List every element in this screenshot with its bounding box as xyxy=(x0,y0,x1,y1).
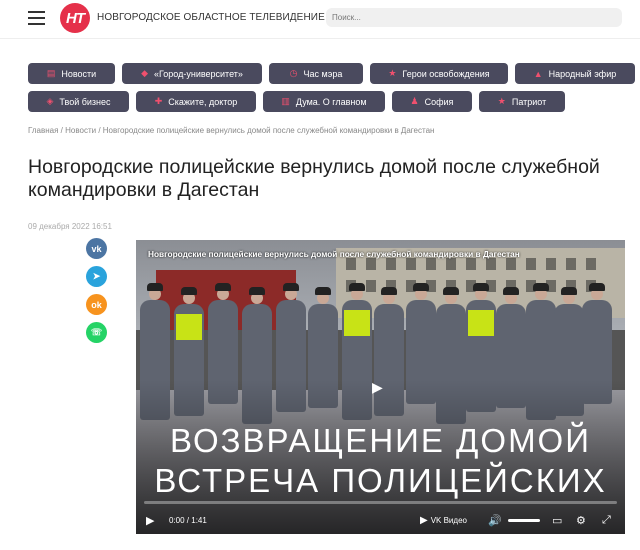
officer-hat xyxy=(315,287,331,295)
nav-button-label: Дума. О главном xyxy=(295,96,367,107)
building-icon: ▥ xyxy=(281,96,290,106)
video-caption-line1: ВОЗВРАЩЕНИЕ ДОМОЙ xyxy=(170,422,591,459)
doctor-icon: ✚ xyxy=(154,96,163,106)
nav-button-label: София xyxy=(424,96,454,107)
clock-icon: ◷ xyxy=(289,68,298,78)
nav-button-label: Герои освобождения xyxy=(402,68,490,79)
vk-video-label: VK Видео xyxy=(430,515,467,525)
video-caption-line2: ВСТРЕЧА ПОЛИЦЕЙСКИХ xyxy=(154,462,607,499)
vk-video-logo-icon: ▶ xyxy=(420,514,428,526)
officer-hat xyxy=(413,283,429,291)
nav-button-label: Народный эфир xyxy=(548,68,617,79)
play-button-icon[interactable]: ▶ xyxy=(146,510,154,530)
nav-button-label: Патриот xyxy=(511,96,547,107)
graduation-cap-icon: ◆ xyxy=(141,68,148,78)
nav-button-label: «Город-университет» xyxy=(154,68,243,79)
volume-slider[interactable] xyxy=(508,519,540,522)
search-input[interactable] xyxy=(326,8,622,27)
video-title[interactable]: Новгородские полицейские вернулись домой… xyxy=(148,249,520,259)
nav-button-4[interactable]: ★ Герои освобождения xyxy=(370,63,508,84)
breadcrumb-separator: / xyxy=(96,126,103,135)
video-progress-bar[interactable] xyxy=(144,501,617,504)
site-logo[interactable]: НТ xyxy=(60,3,90,33)
nav-row-primary: ▤ Новости ◆ «Город-университет» ◷ Час мэра ★ Ге… xyxy=(28,63,640,84)
nav-button-1[interactable]: ◈ Твой бизнес xyxy=(28,91,129,112)
newspaper-icon: ▤ xyxy=(46,68,56,78)
fullscreen-icon[interactable]: ⤢ xyxy=(602,510,611,530)
nav-button-3[interactable]: ◷ Час мэра xyxy=(269,63,363,84)
video-player[interactable]: Новгородские полицейские вернулись домой… xyxy=(136,240,625,534)
officer-hat xyxy=(473,283,489,291)
reflective-vest xyxy=(176,314,202,340)
vk-share-icon[interactable]: vk xyxy=(86,238,107,259)
thumbs-up-icon: ▲ xyxy=(533,68,543,79)
officer-hat xyxy=(503,287,519,295)
officer-hat xyxy=(181,287,197,295)
reflective-vest xyxy=(344,310,370,336)
nav-button-label: Час мэра xyxy=(303,68,343,79)
whatsapp-share-icon[interactable]: ☏ xyxy=(86,322,107,343)
officer-hat xyxy=(381,287,397,295)
nav-button-2[interactable]: ✚ Скажите, доктор xyxy=(136,91,256,112)
odnoklassniki-share-icon[interactable]: ok xyxy=(86,294,107,315)
video-play-icon[interactable]: ▶ xyxy=(372,379,383,396)
officer-hat xyxy=(561,287,577,295)
article-date: 09 декабря 2022 16:51 xyxy=(28,222,112,231)
star-icon: ★ xyxy=(497,96,506,106)
header-divider xyxy=(0,38,640,39)
nav-button-1[interactable]: ▤ Новости xyxy=(28,63,115,84)
star-icon: ★ xyxy=(388,68,397,78)
settings-gear-icon[interactable]: ⚙ xyxy=(576,510,586,530)
vk-video-logo[interactable]: ▶ VK Видео xyxy=(420,510,467,530)
officer-hat xyxy=(443,287,459,295)
nav-button-5[interactable]: ★ Патриот xyxy=(479,91,565,112)
site-brand-name[interactable]: НОВГОРОДСКОЕ ОБЛАСТНОЕ ТЕЛЕВИДЕНИЕ xyxy=(97,12,325,23)
subtitles-icon[interactable]: ▭ xyxy=(552,510,562,530)
officer-hat xyxy=(249,287,265,295)
nav-button-5[interactable]: ▲ Народный эфир xyxy=(515,63,635,84)
nav-button-label: Скажите, доктор xyxy=(168,96,238,107)
nav-button-label: Твой бизнес xyxy=(59,96,111,107)
person-icon: ♟ xyxy=(410,96,419,106)
breadcrumb: Главная / Новости / Новгородские полицей… xyxy=(28,126,434,135)
article-title: Новгородские полицейские вернулись домой… xyxy=(28,156,600,201)
reflective-vest xyxy=(468,310,494,336)
nav-button-3[interactable]: ▥ Дума. О главном xyxy=(263,91,385,112)
nav-button-4[interactable]: ♟ София xyxy=(392,91,472,112)
nav-row-secondary: ◈ Твой бизнес ✚ Скажите, доктор ▥ Дума. О гла… xyxy=(28,91,572,112)
officer-hat xyxy=(147,283,163,291)
nav-button-2[interactable]: ◆ «Город-университет» xyxy=(122,63,262,84)
breadcrumb-section[interactable]: Новости xyxy=(65,126,96,135)
officer-hat xyxy=(589,283,605,291)
officer-hat xyxy=(349,283,365,291)
nav-button-label: Новости xyxy=(61,68,97,79)
menu-icon[interactable] xyxy=(28,11,45,25)
officer-hat xyxy=(283,283,299,291)
officer-hat xyxy=(215,283,231,291)
breadcrumb-home[interactable]: Главная xyxy=(28,126,58,135)
chart-icon: ◈ xyxy=(46,96,54,106)
telegram-share-icon[interactable]: ➤ xyxy=(86,266,107,287)
site-header: НТ НОВГОРОДСКОЕ ОБЛАСТНОЕ ТЕЛЕВИДЕНИЕ xyxy=(0,0,640,38)
video-time: 0:00 / 1:41 xyxy=(169,515,207,525)
breadcrumb-current[interactable]: Новгородские полицейские вернулись домой… xyxy=(103,126,435,135)
volume-icon[interactable]: 🔊 xyxy=(488,510,502,530)
officer-hat xyxy=(533,283,549,291)
